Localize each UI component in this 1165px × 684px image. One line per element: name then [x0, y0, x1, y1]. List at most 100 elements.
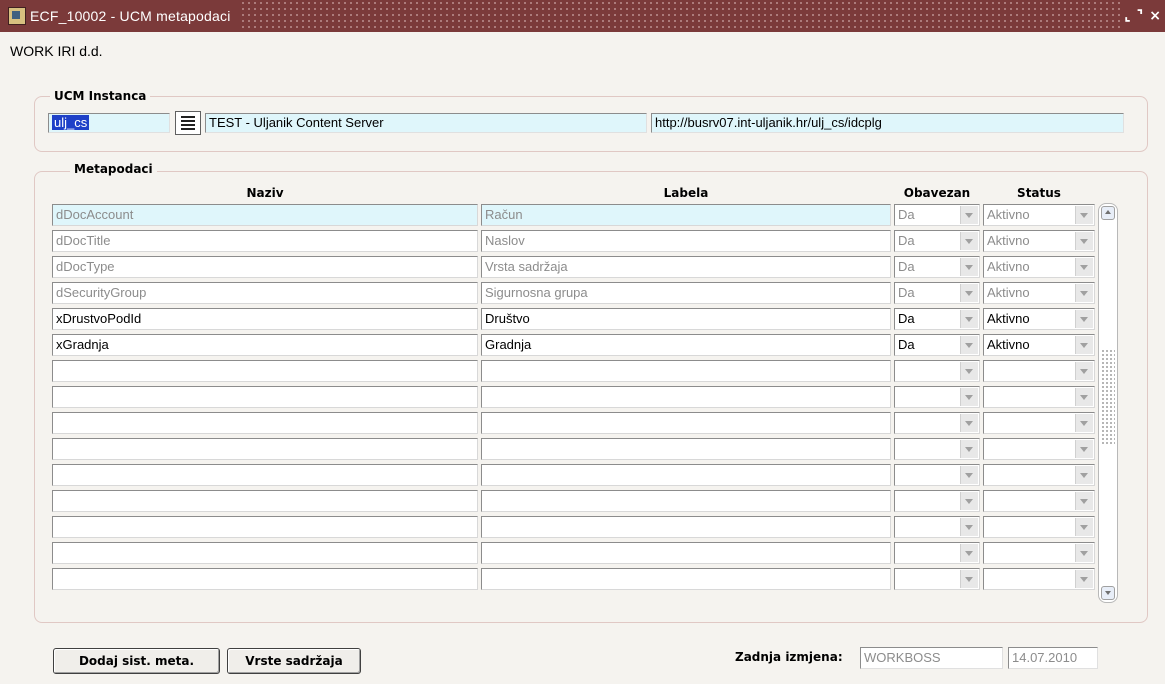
cell-naziv[interactable] [52, 464, 478, 486]
cell-status[interactable] [983, 464, 1095, 486]
chevron-down-icon[interactable] [1075, 284, 1093, 302]
cell-labela[interactable]: Gradnja [481, 334, 891, 356]
cell-obavezan[interactable] [894, 516, 980, 538]
chevron-down-icon[interactable] [1075, 492, 1093, 510]
chevron-down-icon[interactable] [960, 336, 978, 354]
cell-naziv[interactable]: dSecurityGroup [52, 282, 478, 304]
chevron-down-icon[interactable] [960, 206, 978, 224]
chevron-down-icon[interactable] [960, 258, 978, 276]
chevron-down-icon[interactable] [960, 492, 978, 510]
cell-labela[interactable]: Društvo [481, 308, 891, 330]
minimize-icon[interactable]: ⌞ [1124, 8, 1131, 24]
cell-labela[interactable] [481, 490, 891, 512]
instance-code-field[interactable]: ulj_cs [48, 113, 170, 133]
cell-labela[interactable] [481, 386, 891, 408]
cell-naziv[interactable]: dDocAccount [52, 204, 478, 226]
cell-naziv[interactable] [52, 438, 478, 460]
cell-obavezan[interactable] [894, 438, 980, 460]
cell-status[interactable] [983, 412, 1095, 434]
grid-scrollbar[interactable] [1098, 203, 1118, 603]
cell-obavezan[interactable] [894, 412, 980, 434]
chevron-down-icon[interactable] [1075, 336, 1093, 354]
cell-labela[interactable]: Račun [481, 204, 891, 226]
cell-naziv[interactable]: dDocTitle [52, 230, 478, 252]
cell-naziv[interactable] [52, 360, 478, 382]
chevron-down-icon[interactable] [1075, 544, 1093, 562]
cell-labela[interactable]: Vrsta sadržaja [481, 256, 891, 278]
close-icon[interactable]: × [1149, 8, 1161, 24]
cell-obavezan[interactable]: Da [894, 230, 980, 252]
maximize-icon[interactable]: ⌝ [1137, 8, 1144, 24]
scroll-thumb[interactable] [1101, 349, 1115, 444]
chevron-down-icon[interactable] [960, 284, 978, 302]
cell-labela[interactable] [481, 412, 891, 434]
instance-url-field[interactable]: http://busrv07.int-uljanik.hr/ulj_cs/idc… [651, 113, 1124, 133]
cell-naziv[interactable] [52, 386, 478, 408]
chevron-down-icon[interactable] [1075, 466, 1093, 484]
cell-naziv[interactable]: xGradnja [52, 334, 478, 356]
cell-status[interactable] [983, 386, 1095, 408]
chevron-down-icon[interactable] [960, 518, 978, 536]
cell-obavezan[interactable] [894, 568, 980, 590]
cell-naziv[interactable] [52, 542, 478, 564]
scroll-down-icon[interactable] [1101, 586, 1115, 600]
cell-obavezan[interactable]: Da [894, 308, 980, 330]
cell-labela[interactable]: Sigurnosna grupa [481, 282, 891, 304]
chevron-down-icon[interactable] [1075, 362, 1093, 380]
cell-obavezan[interactable] [894, 490, 980, 512]
cell-labela[interactable] [481, 438, 891, 460]
cell-naziv[interactable] [52, 490, 478, 512]
cell-status[interactable]: Aktivno [983, 282, 1095, 304]
cell-status[interactable]: Aktivno [983, 256, 1095, 278]
chevron-down-icon[interactable] [960, 388, 978, 406]
chevron-down-icon[interactable] [1075, 388, 1093, 406]
chevron-down-icon[interactable] [1075, 570, 1093, 588]
cell-obavezan[interactable] [894, 360, 980, 382]
cell-status[interactable] [983, 438, 1095, 460]
chevron-down-icon[interactable] [1075, 518, 1093, 536]
cell-status[interactable]: Aktivno [983, 230, 1095, 252]
cell-obavezan[interactable] [894, 542, 980, 564]
cell-labela[interactable] [481, 516, 891, 538]
chevron-down-icon[interactable] [1075, 232, 1093, 250]
cell-obavezan[interactable] [894, 386, 980, 408]
cell-naziv[interactable] [52, 568, 478, 590]
cell-naziv[interactable]: xDrustvoPodId [52, 308, 478, 330]
cell-labela[interactable] [481, 568, 891, 590]
cell-obavezan[interactable]: Da [894, 204, 980, 226]
cell-status[interactable] [983, 568, 1095, 590]
cell-status[interactable]: Aktivno [983, 204, 1095, 226]
cell-naziv[interactable] [52, 412, 478, 434]
chevron-down-icon[interactable] [960, 544, 978, 562]
chevron-down-icon[interactable] [1075, 206, 1093, 224]
content-types-button[interactable]: Vrste sadržaja [227, 648, 361, 674]
cell-status[interactable] [983, 490, 1095, 512]
add-system-meta-button[interactable]: Dodaj sist. meta. [53, 648, 220, 674]
cell-status[interactable]: Aktivno [983, 308, 1095, 330]
cell-labela[interactable]: Naslov [481, 230, 891, 252]
list-icon[interactable] [175, 111, 201, 135]
cell-status[interactable] [983, 360, 1095, 382]
cell-obavezan[interactable]: Da [894, 256, 980, 278]
cell-labela[interactable] [481, 542, 891, 564]
chevron-down-icon[interactable] [1075, 440, 1093, 458]
chevron-down-icon[interactable] [1075, 310, 1093, 328]
chevron-down-icon[interactable] [960, 362, 978, 380]
chevron-down-icon[interactable] [960, 414, 978, 432]
cell-status[interactable] [983, 516, 1095, 538]
chevron-down-icon[interactable] [960, 440, 978, 458]
scroll-up-icon[interactable] [1101, 206, 1115, 220]
cell-labela[interactable] [481, 360, 891, 382]
cell-obavezan[interactable] [894, 464, 980, 486]
cell-status[interactable]: Aktivno [983, 334, 1095, 356]
cell-naziv[interactable]: dDocType [52, 256, 478, 278]
cell-naziv[interactable] [52, 516, 478, 538]
instance-name-field[interactable]: TEST - Uljanik Content Server [205, 113, 647, 133]
cell-obavezan[interactable]: Da [894, 282, 980, 304]
chevron-down-icon[interactable] [960, 466, 978, 484]
chevron-down-icon[interactable] [960, 232, 978, 250]
cell-obavezan[interactable]: Da [894, 334, 980, 356]
cell-status[interactable] [983, 542, 1095, 564]
chevron-down-icon[interactable] [1075, 258, 1093, 276]
cell-labela[interactable] [481, 464, 891, 486]
